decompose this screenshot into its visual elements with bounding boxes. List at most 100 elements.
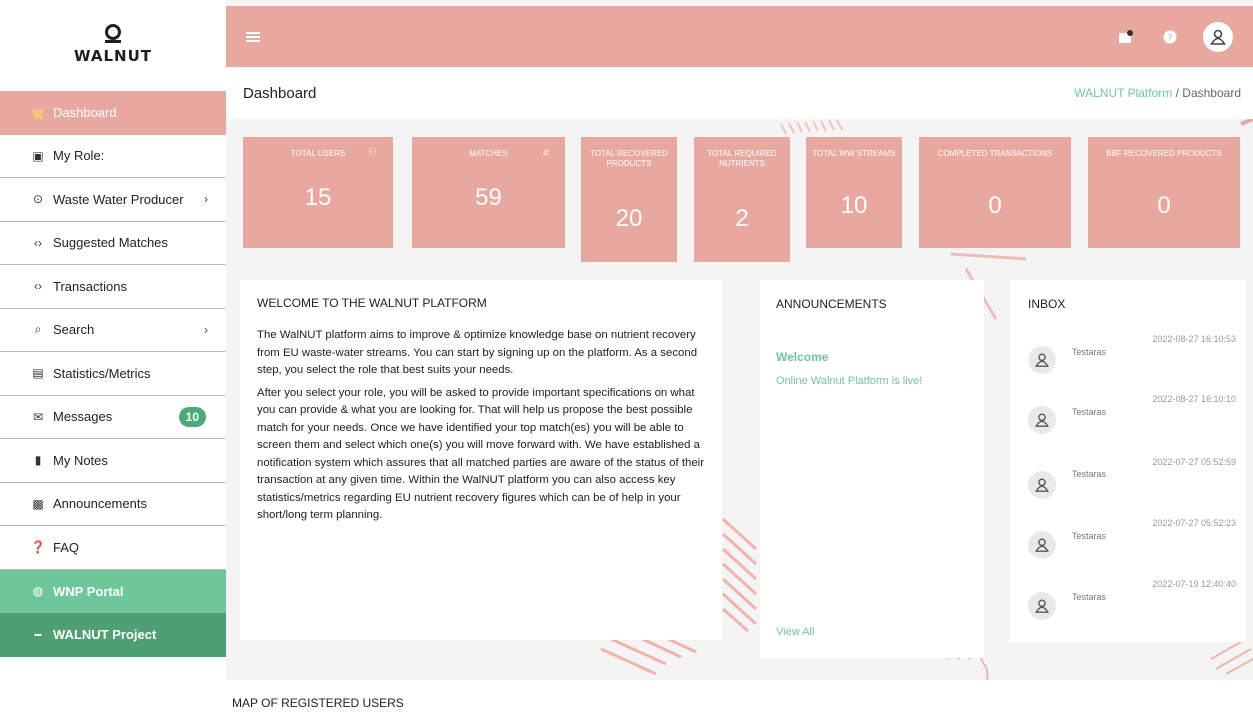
map-title: MAP OF REGISTERED USERS <box>232 696 404 710</box>
stat-card-total-required-nutrients[interactable]: TOTAL REQUIRED NUTRIENTS 2 <box>694 137 790 262</box>
inbox-item[interactable]: Testaras 2022-07-19 12:40:40 <box>1010 578 1246 638</box>
inbox-date: 2022-08-27 16:10:53 <box>1152 334 1236 344</box>
announcement-text[interactable]: Online Walnut Platform is live! <box>776 375 968 387</box>
inbox-item[interactable]: Testaras 2022-07-27 05:52:59 <box>1010 455 1246 515</box>
stat-value: 0 <box>988 192 1002 219</box>
sidebar-item-label: Waste Water Producer <box>53 191 184 207</box>
sidebar-item-my-notes[interactable]: ▮ My Notes <box>0 439 226 483</box>
avatar <box>1028 531 1056 559</box>
inbox-sender: Testaras <box>1072 531 1107 541</box>
sidebar-item-waste-water-producer[interactable]: ⊙ Waste Water Producer › <box>0 178 226 222</box>
sidebar-item-messages[interactable]: ✉ Messages 10 <box>0 396 226 439</box>
inbox-sender: Testaras <box>1072 347 1107 357</box>
help-circle-icon: ? <box>1163 30 1177 43</box>
inbox-date: 2022-07-27 05:52:59 <box>1152 457 1236 467</box>
help-icon[interactable]: ? <box>1159 26 1181 48</box>
welcome-paragraph: The WalNUT platform aims to improve & op… <box>257 329 698 376</box>
inbox-item[interactable]: Testaras 2022-08-27 16:10:53 <box>1010 330 1246 390</box>
inbox-item[interactable]: Testaras 2022-08-27 16:10:10 <box>1010 390 1246 450</box>
stat-card-matches[interactable]: ⌀ MATCHES 59 <box>412 137 565 248</box>
avatar <box>1028 592 1056 620</box>
sidebar-item-label: My Notes <box>53 452 108 468</box>
walnut-logo[interactable]: WALNUT <box>0 0 226 88</box>
envelope-icon: ✉ <box>32 409 44 424</box>
sidebar-item-label: FAQ <box>53 539 80 555</box>
welcome-panel: WELCOME TO THE WALNUT PLATFORM The WalNU… <box>240 280 722 640</box>
envelope-notification-icon <box>1119 29 1133 43</box>
sidebar-item-announcements[interactable]: ▩ Announcements <box>0 483 226 526</box>
avatar <box>1028 346 1056 374</box>
notifications-icon[interactable] <box>1115 26 1137 48</box>
svg-text:?: ? <box>1168 33 1173 43</box>
sidebar-item-label: WNP Portal <box>53 583 124 599</box>
user-avatar[interactable] <box>1203 21 1233 52</box>
tag-icon: ⌀ <box>542 147 549 158</box>
logo-text: WALNUT <box>73 47 152 65</box>
sidebar-item-search[interactable]: ⌕ Search › <box>0 309 226 352</box>
stat-card-total-recovered-products[interactable]: TOTAL RECOVERED PRODUCTS 20 <box>581 137 677 262</box>
question-icon: ❓ <box>30 540 46 555</box>
sidebar-item-label: Messages <box>53 409 113 425</box>
sidebar-item-faq[interactable]: ❓ FAQ <box>0 526 226 570</box>
stat-value: 15 <box>304 184 332 211</box>
hamburger-menu-icon[interactable] <box>246 31 260 42</box>
users-icon: ⚇ <box>368 147 377 158</box>
announcement-title[interactable]: Welcome <box>776 350 968 364</box>
sidebar-item-suggested-matches[interactable]: ‹› Suggested Matches <box>0 222 226 265</box>
inbox-sender: Testaras <box>1072 407 1107 417</box>
sidebar-item-wnp-portal[interactable]: ◍ WNP Portal <box>0 569 226 613</box>
sidebar-item-statistics[interactable]: ▤ Statistics/Metrics <box>0 352 226 396</box>
sidebar-item-dashboard[interactable]: ▦ Dashboard <box>0 91 226 135</box>
sidebar-item-label: Dashboard <box>53 105 117 121</box>
sidebar-item-label: Announcements <box>53 496 147 512</box>
sidebar-item-label: WALNUT Project <box>53 627 157 643</box>
dashboard-icon: ▦ <box>32 105 44 120</box>
sidebar-item-transactions[interactable]: ‹› Transactions <box>0 265 226 309</box>
code-arrows-icon: ‹› <box>34 235 42 250</box>
breadcrumb-separator: / <box>1175 86 1179 100</box>
sidebar-item-walnut-project[interactable]: ▬ WALNUT Project <box>0 613 226 657</box>
stat-value: 2 <box>735 205 749 232</box>
megaphone-icon: ▩ <box>32 496 44 511</box>
user-icon <box>1210 29 1226 45</box>
radio-icon: ⊙ <box>32 192 44 207</box>
user-icon <box>1035 478 1049 492</box>
stat-value: 59 <box>475 184 502 211</box>
inbox-sender: Testaras <box>1072 469 1107 479</box>
stat-label: TOTAL RECOVERED PRODUCTS <box>590 149 668 168</box>
stat-value: 10 <box>840 192 868 219</box>
user-icon <box>1035 413 1049 427</box>
stat-card-completed-transactions[interactable]: COMPLETED TRANSACTIONS 0 <box>919 137 1071 248</box>
map-section: MAP OF REGISTERED USERS <box>226 680 1253 713</box>
stat-card-bbf-recovered-products[interactable]: BBF RECOVERED PRODUCTS 0 <box>1088 137 1240 248</box>
id-card-icon: ▣ <box>32 148 44 163</box>
announcements-title: ANNOUNCEMENTS <box>776 297 887 311</box>
breadcrumb-link[interactable]: WALNUT Platform <box>1074 86 1172 100</box>
breadcrumb-current: Dashboard <box>1182 86 1241 100</box>
inbox-panel: INBOX Testaras 2022-08-27 16:10:53 Testa… <box>1010 280 1246 642</box>
stat-label: TOTAL REQUIRED NUTRIENTS <box>707 149 777 168</box>
stat-label: TOTAL WW STREAMS <box>812 149 896 158</box>
sidebar-item-my-role[interactable]: ▣ My Role: <box>0 135 226 178</box>
avatar <box>1028 406 1056 434</box>
inbox-item[interactable]: Testaras 2022-07-27 05:52:23 <box>1010 517 1246 577</box>
avatar <box>1028 471 1056 499</box>
stat-card-total-users[interactable]: ⚇ TOTAL USERS 15 <box>243 137 393 248</box>
sidebar-item-label: Suggested Matches <box>53 235 168 251</box>
view-all-link[interactable]: View All <box>776 626 814 638</box>
stat-label: BBF RECOVERED PRODUCTS <box>1106 149 1222 158</box>
welcome-title: WELCOME TO THE WALNUT PLATFORM <box>257 296 487 310</box>
top-bar-actions: ? <box>1115 21 1233 52</box>
walnut-logo-icon <box>105 24 121 43</box>
breadcrumb: WALNUT Platform / Dashboard <box>1074 86 1241 100</box>
inbox-title: INBOX <box>1028 297 1066 311</box>
announcements-panel: ANNOUNCEMENTS Welcome Online Walnut Plat… <box>760 280 984 658</box>
chevron-right-icon: › <box>204 322 208 337</box>
page-title: Dashboard <box>243 84 317 102</box>
globe-icon: ◍ <box>32 584 44 599</box>
page-header: Dashboard WALNUT Platform / Dashboard <box>226 67 1253 119</box>
user-icon <box>1035 599 1049 613</box>
sidebar-item-label: Statistics/Metrics <box>53 365 151 381</box>
sidebar-nav: ▦ Dashboard ▣ My Role: ⊙ Waste Water Pro… <box>0 91 226 657</box>
stat-card-total-ww-streams[interactable]: TOTAL WW STREAMS 10 <box>806 137 902 248</box>
